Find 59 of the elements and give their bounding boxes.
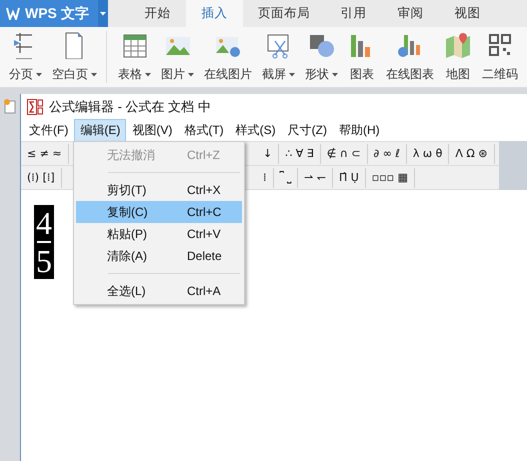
palette-button[interactable]: ↓ (257, 144, 280, 164)
caret-icon (145, 72, 151, 76)
w-logo-icon (6, 7, 20, 20)
menu-item[interactable]: 粘贴(P) Ctrl+V (76, 223, 242, 245)
ribbon-button[interactable]: 图片 (158, 31, 197, 87)
menu-bar-item[interactable]: 帮助(H) (332, 119, 386, 142)
palette-button[interactable]: ⇀ ↽ (298, 168, 333, 188)
menu-item[interactable]: 清除(A) Delete (76, 245, 242, 267)
palette-button[interactable]: ⎴ ⎵ (274, 168, 298, 188)
menu-bar-item[interactable]: 文件(F) (23, 119, 74, 142)
ribbon-button[interactable]: 形状 (302, 31, 341, 87)
menu-bar-item[interactable]: 样式(S) (230, 119, 282, 142)
menu-item[interactable]: 复制(C) Ctrl+C (76, 201, 242, 223)
caret-icon (91, 72, 97, 76)
fraction: 4 5 (34, 205, 54, 279)
qr-code-icon (486, 31, 514, 59)
caret-icon (332, 72, 338, 76)
palette-button[interactable]: ▫▫▫ ▦ (366, 168, 416, 188)
palette-button[interactable]: ∉ ∩ ⊂ (320, 144, 368, 164)
ribbon-button[interactable]: 分页 (6, 31, 45, 87)
ribbon-button[interactable]: 二维码 (479, 31, 521, 87)
ribbon-tab[interactable]: 开始 (129, 0, 186, 27)
caret-icon (100, 12, 106, 16)
palette-button[interactable]: Λ Ω ⊛ (449, 144, 495, 164)
formula-editor-icon (27, 99, 43, 115)
menu-bar-item[interactable]: 视图(V) (126, 119, 178, 142)
document-icon (3, 98, 17, 114)
ribbon-tab[interactable]: 引用 (325, 0, 382, 27)
palette-button[interactable]: λ ω θ (406, 144, 450, 164)
menu-bar-item[interactable]: 编辑(E) (74, 119, 126, 142)
ribbon-button[interactable]: 地图 (441, 31, 475, 87)
palette-button[interactable]: (⁞) [⁞] (21, 168, 62, 188)
ribbon-button[interactable]: 表格 (115, 31, 154, 87)
palette-button[interactable]: ∴ ∀ ∃ (279, 144, 321, 164)
ribbon-button[interactable]: 空白页 (49, 31, 100, 87)
caret-icon (36, 72, 42, 76)
app-title: WPS 文字 (25, 4, 89, 22)
palette-button[interactable]: Π̂ Ụ (332, 168, 366, 188)
ribbon-button[interactable]: 在线图表 (383, 31, 437, 87)
ribbon-tab[interactable]: 页面布局 (243, 0, 325, 27)
palette-button[interactable]: ≤ ≠ ≈ (21, 144, 69, 164)
menu-item[interactable]: 剪切(T) Ctrl+X (76, 179, 242, 201)
map-icon (444, 31, 472, 59)
menu-bar-item[interactable]: 格式(T) (178, 119, 230, 142)
ribbon-button[interactable]: 图表 (345, 31, 379, 87)
ribbon-tab[interactable]: 插入 (186, 0, 243, 27)
app-logo[interactable]: WPS 文字 (0, 0, 98, 27)
ribbon-button[interactable]: 截屏 (259, 31, 298, 87)
caret-icon (188, 72, 194, 76)
palette-button[interactable]: ∂ ∞ ℓ (368, 144, 407, 164)
app-menu-button[interactable] (98, 0, 108, 27)
ribbon-tab[interactable]: 审阅 (382, 0, 439, 27)
ribbon-tab[interactable]: 视图 (439, 0, 496, 27)
caret-icon (289, 72, 295, 76)
menu-bar-item[interactable]: 尺寸(Z) (282, 119, 333, 142)
ribbon-button[interactable]: 在线图片 (201, 31, 255, 87)
palette-button[interactable]: ⁞ (257, 168, 274, 188)
window-title: 公式编辑器 - 公式在 文档 中 (49, 98, 211, 116)
menu-item[interactable]: 全选(L) Ctrl+A (76, 280, 242, 302)
